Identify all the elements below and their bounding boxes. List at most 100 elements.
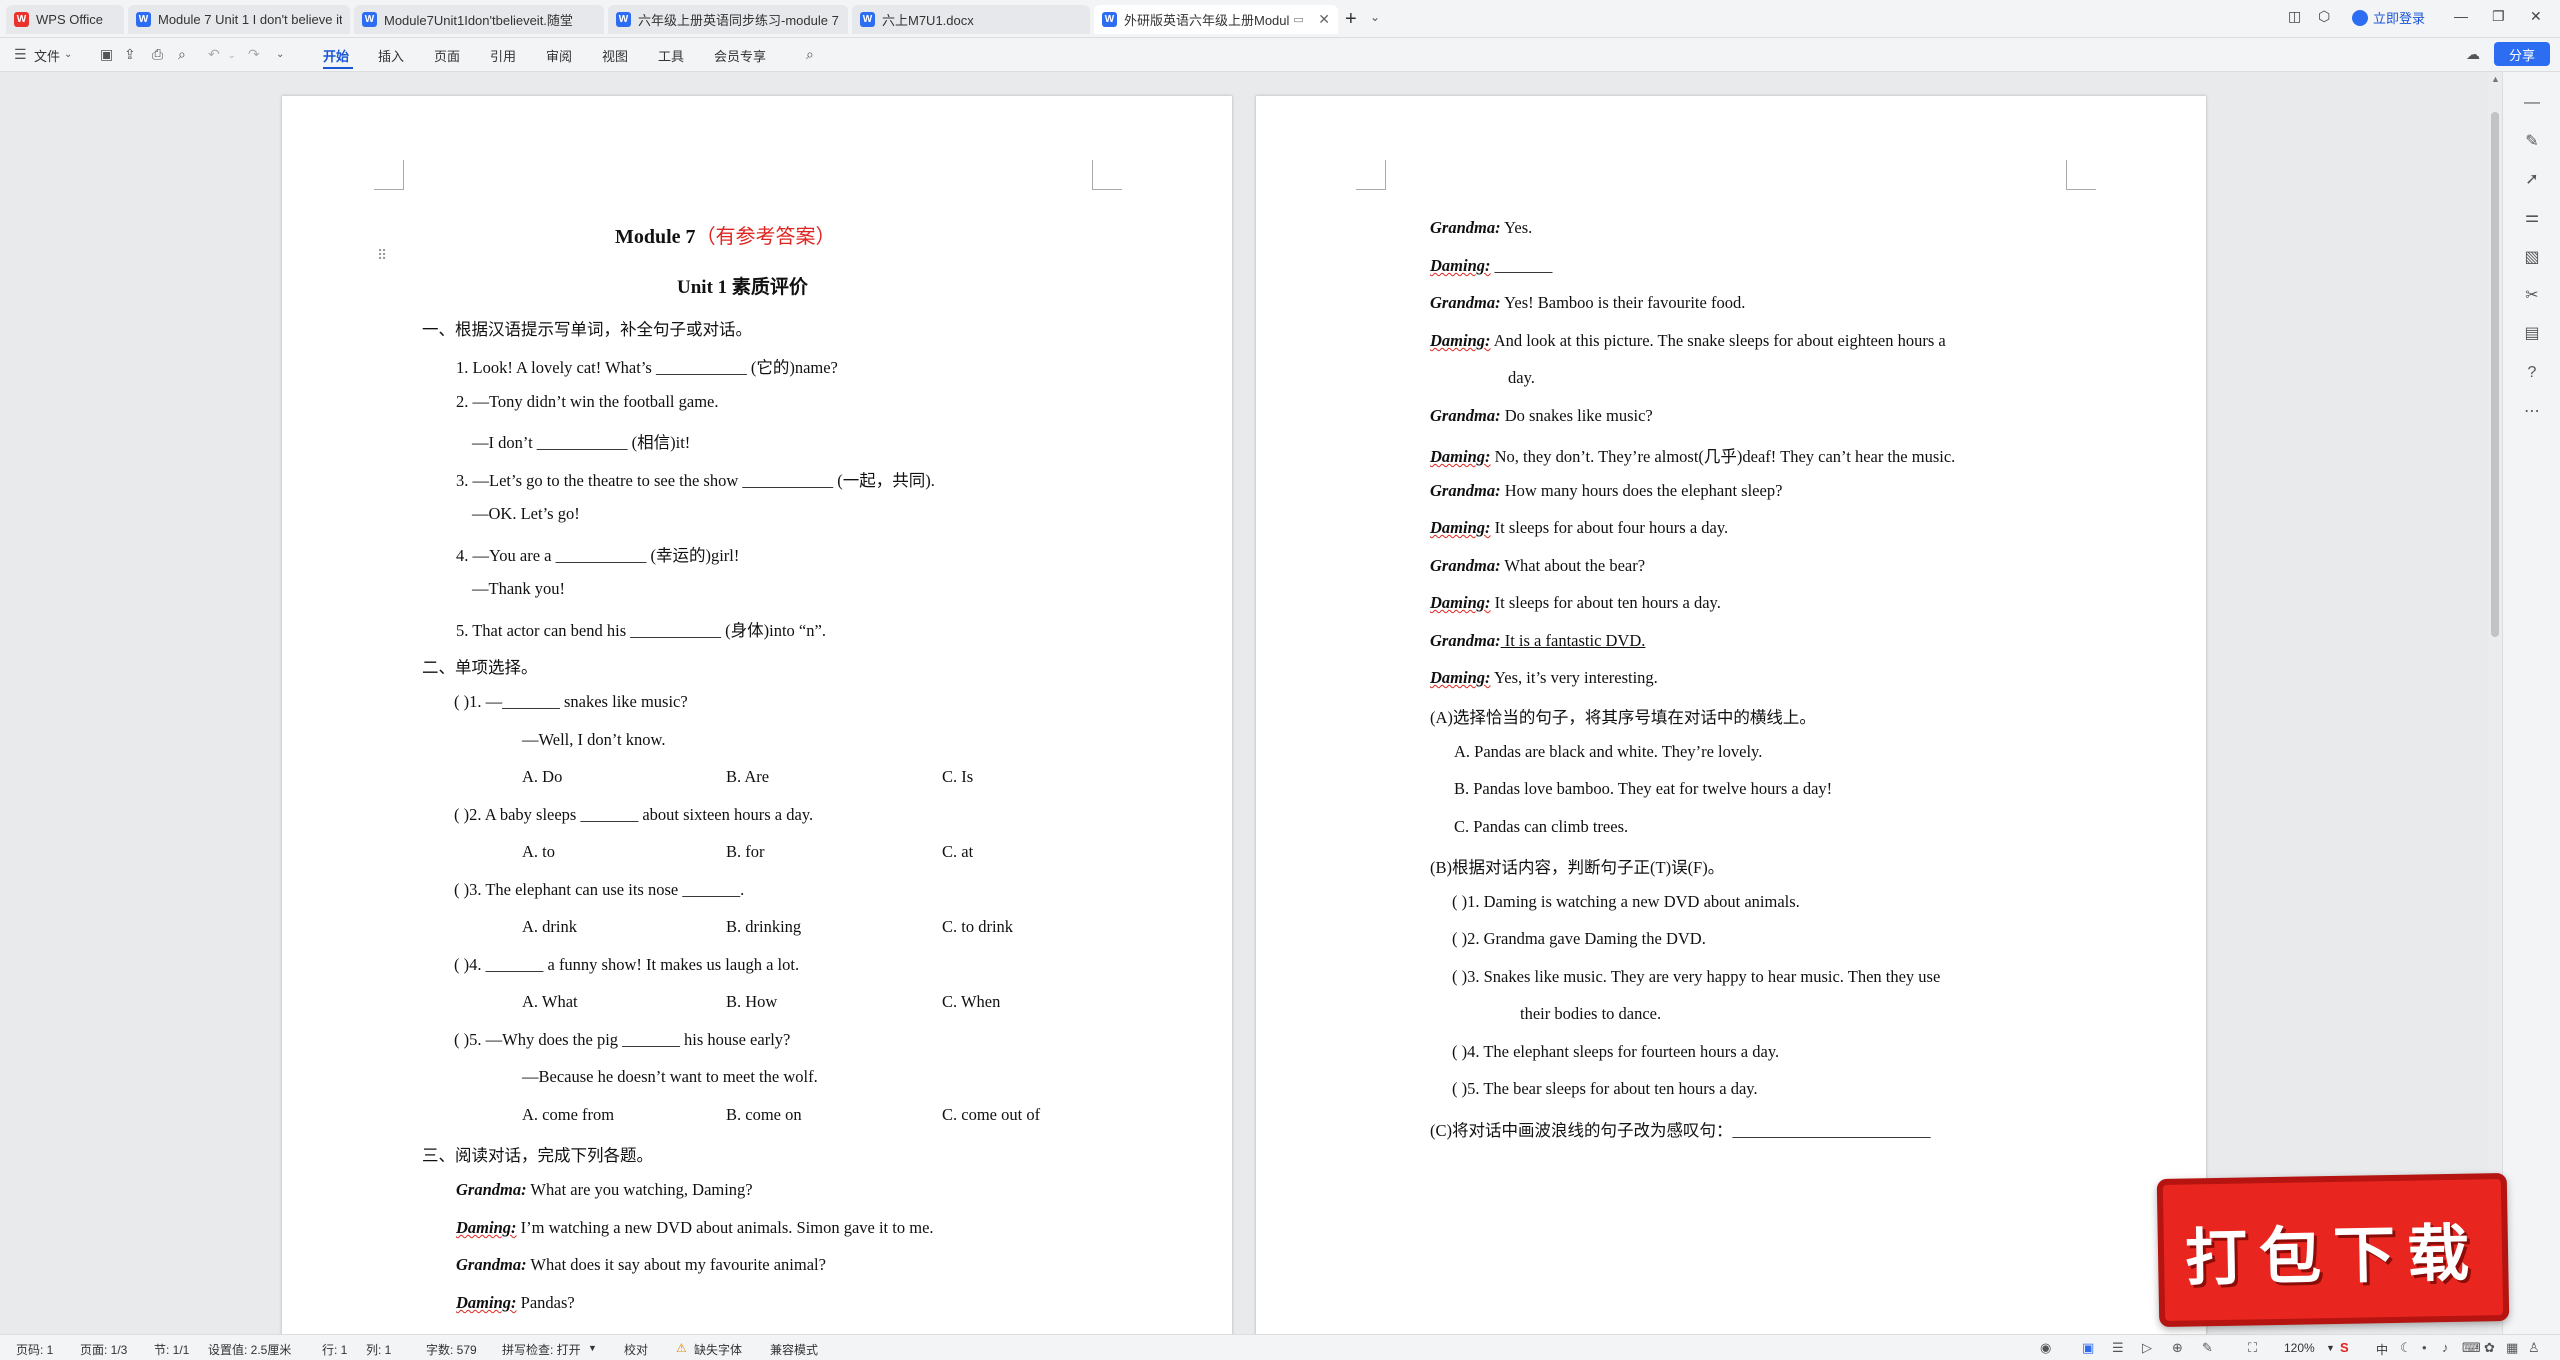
close-icon[interactable]: ✕ xyxy=(1312,11,1330,28)
document-page-1[interactable]: ⠿ Module 7（有参考答案） Unit 1 素质评价 一、根据汉语提示写单… xyxy=(282,96,1232,1334)
chevron-down-icon[interactable]: ⌄ xyxy=(1370,10,1380,24)
page-corner-mark xyxy=(1356,160,1386,190)
dialog-line: Grandma: How many hours does the elephan… xyxy=(1430,481,1782,501)
tools-icon[interactable]: ✂ xyxy=(2521,284,2543,306)
play-icon[interactable]: ▷ xyxy=(2142,1340,2152,1356)
scroll-up-icon[interactable]: ▲ xyxy=(2491,74,2500,84)
dialog-line: Grandma: It is a fantastic DVD. xyxy=(1430,631,1645,651)
moon-icon[interactable]: ☾ xyxy=(2400,1340,2412,1356)
print-icon[interactable]: ⎙ xyxy=(152,46,163,63)
page-view-icon[interactable]: ▣ xyxy=(2082,1340,2094,1356)
chevron-down-icon[interactable]: ⌄ xyxy=(64,49,72,60)
eye-icon[interactable]: ◉ xyxy=(2040,1340,2051,1356)
chevron-down-icon[interactable]: ⌄ xyxy=(276,49,284,60)
tab-document[interactable]: W Module7Unit1Idon'tbelieveit.随堂 xyxy=(354,5,604,34)
cube-icon[interactable]: ⬡ xyxy=(2318,8,2330,25)
line-text: I’m watching a new DVD about animals. Si… xyxy=(516,1218,934,1237)
undo-icon[interactable]: ↶ xyxy=(208,46,220,63)
list-view-icon[interactable]: ☰ xyxy=(2112,1340,2124,1356)
mc-option: B. come on xyxy=(726,1105,802,1124)
status-word-count[interactable]: 字数: 579 xyxy=(426,1341,477,1358)
document-page-2[interactable]: Grandma: Yes. Daming: _______ Grandma: Y… xyxy=(1256,96,2206,1334)
status-setting[interactable]: 设置值: 2.5厘米 xyxy=(208,1341,291,1358)
minimize-icon[interactable]: — xyxy=(2454,8,2468,24)
status-spell-check[interactable]: 拼写检查: 打开 xyxy=(502,1341,581,1358)
tab-review[interactable]: 审阅 xyxy=(546,46,572,65)
tab-view[interactable]: 视图 xyxy=(602,46,628,65)
tab-page[interactable]: 页面 xyxy=(434,46,460,65)
search-icon[interactable]: ⌕ xyxy=(806,46,814,63)
save-icon[interactable]: ▣ xyxy=(100,46,113,63)
pen-icon[interactable]: ✎ xyxy=(2521,130,2543,152)
question-line: 3. —Let’s go to the theatre to see the s… xyxy=(456,471,935,490)
download-package-badge[interactable]: 打包下载 xyxy=(2156,1172,2510,1328)
tab-insert[interactable]: 插入 xyxy=(378,46,404,65)
export-icon[interactable]: ⇪ xyxy=(124,46,136,63)
status-pages[interactable]: 页面: 1/3 xyxy=(80,1341,127,1358)
menu-icon[interactable]: ☰ xyxy=(14,46,27,63)
vertical-scrollbar[interactable]: ▲ xyxy=(2488,72,2502,1334)
tab-document[interactable]: W 六上M7U1.docx xyxy=(852,5,1090,34)
status-col[interactable]: 列: 1 xyxy=(366,1341,391,1358)
minimize-panel-icon[interactable]: — xyxy=(2521,92,2543,114)
fit-page-icon[interactable]: ⛶ xyxy=(2248,1340,2257,1356)
status-proofread[interactable]: 校对 xyxy=(624,1341,648,1358)
line-text-underlined: It is a fantastic DVD. xyxy=(1500,631,1646,650)
tab-home[interactable]: 开始 xyxy=(323,46,349,65)
status-section[interactable]: 节: 1/1 xyxy=(154,1341,189,1358)
tab-member[interactable]: 会员专享 xyxy=(714,46,766,65)
mc-question: —Because he doesn’t want to meet the wol… xyxy=(522,1067,818,1086)
dialog-line: Grandma: Do snakes like music? xyxy=(1430,406,1653,426)
close-window-icon[interactable]: ✕ xyxy=(2530,8,2542,25)
speaker: Daming: xyxy=(456,1218,517,1237)
active-tab-indicator xyxy=(323,67,353,69)
chevron-down-icon[interactable]: ⌄ xyxy=(228,50,236,61)
more-icon[interactable]: ⋯ xyxy=(2521,400,2543,422)
tab-wps-office[interactable]: W WPS Office xyxy=(6,5,124,34)
book-icon[interactable]: ▤ xyxy=(2521,322,2543,344)
select-cursor-icon[interactable]: ➚ xyxy=(2521,168,2543,190)
microphone-icon[interactable]: ♪ xyxy=(2442,1340,2449,1355)
word-doc-icon: W xyxy=(136,12,151,27)
speaker: Daming: xyxy=(1430,593,1491,612)
scrollbar-thumb[interactable] xyxy=(2491,112,2499,637)
new-tab-plus-icon[interactable]: + xyxy=(1345,8,1357,31)
image-icon[interactable]: ▧ xyxy=(2521,246,2543,268)
redo-icon[interactable]: ↷ xyxy=(248,46,260,63)
layout-icon[interactable]: ◫ xyxy=(2288,8,2301,25)
help-icon[interactable]: ? xyxy=(2521,362,2543,384)
tab-document[interactable]: W 六年级上册英语同步练习-module 7 xyxy=(608,5,848,34)
file-menu[interactable]: 文件 xyxy=(34,46,60,65)
status-row[interactable]: 行: 1 xyxy=(322,1341,347,1358)
option-line: B. Pandas love bamboo. They eat for twel… xyxy=(1454,779,1833,798)
pen-icon[interactable]: ✎ xyxy=(2202,1340,2213,1356)
cloud-icon[interactable]: ☁ xyxy=(2466,46,2480,63)
shirt-icon[interactable]: ♙ xyxy=(2528,1340,2540,1356)
status-page[interactable]: 页码: 1 xyxy=(16,1341,53,1358)
restore-icon[interactable]: ❐ xyxy=(2492,8,2505,25)
status-missing-font[interactable]: 缺失字体 xyxy=(694,1341,742,1358)
tab-tools[interactable]: 工具 xyxy=(658,46,684,65)
tab-reference[interactable]: 引用 xyxy=(490,46,516,65)
ime-logo-icon[interactable]: S xyxy=(2340,1340,2349,1355)
web-view-icon[interactable]: ⊕ xyxy=(2172,1340,2183,1356)
tab-label: 六年级上册英语同步练习-module 7 xyxy=(638,13,839,28)
keyboard-icon[interactable]: ⌨ xyxy=(2462,1340,2481,1356)
grid-icon[interactable]: ▦ xyxy=(2506,1340,2518,1356)
adjust-icon[interactable]: ⚌ xyxy=(2521,206,2543,228)
chevron-down-icon[interactable]: ▼ xyxy=(2326,1343,2335,1353)
tab-document[interactable]: W Module 7 Unit 1 I don't believe it xyxy=(128,5,350,34)
dialog-line: Daming: Pandas? xyxy=(456,1293,575,1313)
share-label: 分享 xyxy=(2508,47,2535,63)
line-text: _______ xyxy=(1490,256,1553,275)
ime-chinese-icon[interactable]: 中 xyxy=(2376,1341,2388,1358)
tab-document-active[interactable]: W 外研版英语六年级上册Modul ▭ ✕ xyxy=(1094,5,1338,34)
share-button[interactable]: 分享 xyxy=(2494,42,2550,66)
drag-handle-icon[interactable]: ⠿ xyxy=(377,248,387,264)
skin-icon[interactable]: ✿ xyxy=(2484,1340,2495,1356)
punctuation-icon[interactable]: • xyxy=(2422,1340,2427,1355)
login-button[interactable]: 立即登录 xyxy=(2352,8,2425,27)
chevron-down-icon[interactable]: ▼ xyxy=(588,1343,597,1353)
zoom-level[interactable]: 120% xyxy=(2284,1341,2315,1355)
print-preview-icon[interactable]: ⌕ xyxy=(178,46,186,63)
